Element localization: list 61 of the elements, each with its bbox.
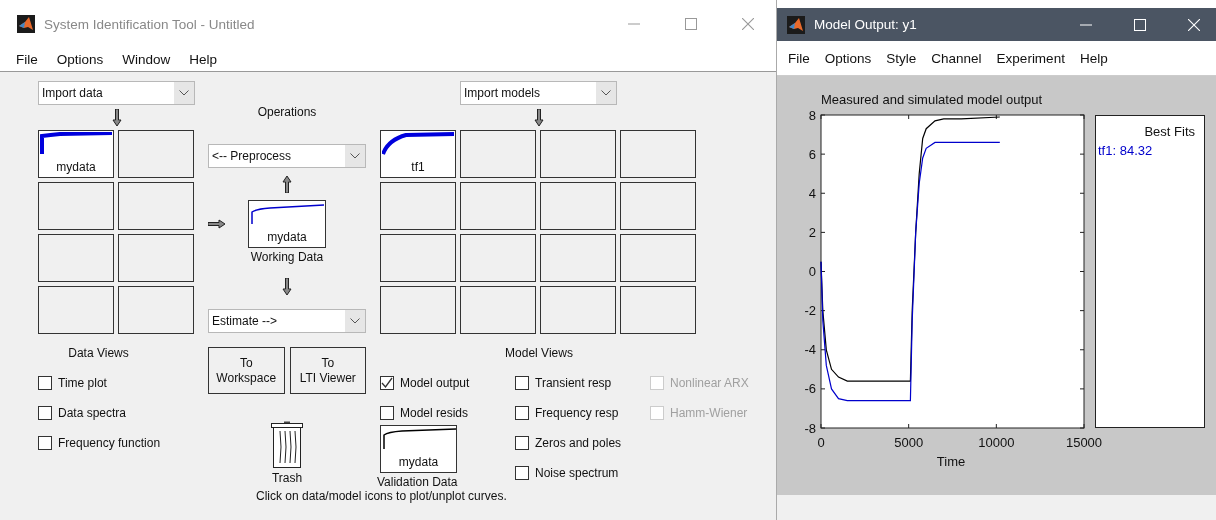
checkbox-label: Frequency resp — [535, 406, 619, 420]
tile-label: mydata — [267, 231, 307, 244]
y-axis: -8 -6 -4 -2 0 2 4 6 8 — [804, 107, 1085, 436]
menu-item[interactable]: File — [16, 52, 38, 67]
y-tick-label: -4 — [804, 342, 816, 358]
tile-label: tf1 — [411, 161, 425, 174]
hint-text: Click on data/model icons to plot/unplot curves. — [256, 489, 508, 503]
estimate-dropdown[interactable]: Estimate --> — [208, 309, 366, 333]
x-tick-label: 5000 — [894, 435, 924, 450]
export-button[interactable]: To LTI Viewer — [289, 347, 366, 394]
checkbox-label: Data spectra — [58, 406, 127, 420]
panel-title: Best Fits — [1144, 124, 1195, 139]
trash-label: Trash — [271, 471, 303, 485]
tile-label: mydata — [398, 456, 439, 469]
menu-item[interactable]: Options — [824, 50, 872, 66]
menu-item[interactable]: Help — [1079, 50, 1108, 66]
checkbox-label: Nonlinear ARX — [670, 376, 749, 390]
validation-data-tile[interactable]: mydata — [380, 425, 457, 473]
checkbox-label: Model output — [400, 376, 470, 390]
y-tick-label: 6 — [808, 146, 816, 162]
validation-data-caption: Validation Data — [377, 475, 459, 489]
x-axis-label: Time — [936, 454, 966, 469]
menu-item[interactable]: File — [788, 50, 810, 66]
section-label: Model Views — [504, 346, 574, 360]
model-tile[interactable]: tf1 — [380, 130, 456, 178]
y-tick-label: -8 — [804, 420, 816, 436]
y-tick-label: 2 — [808, 224, 816, 240]
menu-item[interactable]: Style — [886, 50, 917, 66]
y-tick-label: -6 — [804, 381, 816, 397]
menu-item[interactable]: Window — [122, 52, 171, 67]
checkbox-label: Frequency function — [58, 436, 161, 450]
working-data-tile[interactable]: mydata — [248, 200, 326, 248]
section-label: Data Views — [67, 346, 130, 360]
menu-item[interactable]: Experiment — [996, 50, 1065, 66]
checkbox-label: Model resids — [400, 406, 469, 420]
section-label: Operations — [256, 105, 318, 119]
data-tile[interactable]: mydata — [38, 130, 114, 178]
checkbox-label: Hamm-Wiener — [670, 406, 748, 420]
checkbox-label: Zeros and poles — [535, 436, 622, 450]
menu-item[interactable]: Channel — [931, 50, 982, 66]
y-tick-label: 0 — [808, 264, 816, 279]
y-tick-label: 4 — [808, 185, 816, 201]
checkbox-label: Time plot — [58, 376, 107, 390]
working-data-caption: Working Data — [249, 250, 325, 264]
menu-item[interactable]: Options — [56, 52, 104, 67]
chart-title: Measured and simulated model output — [821, 92, 1043, 107]
window-title: System Identification Tool - Untitled — [44, 16, 255, 32]
fit-entry[interactable]: tf1: 84.32 — [1098, 143, 1153, 158]
import-data-dropdown[interactable]: Import data — [38, 81, 195, 105]
menu-item[interactable]: Help — [189, 52, 218, 67]
checkbox-label: Transient resp — [535, 376, 612, 390]
export-button[interactable]: To Workspace — [208, 347, 285, 394]
x-tick-label: 15000 — [1065, 435, 1103, 450]
preprocess-dropdown[interactable]: <-- Preprocess — [208, 144, 366, 168]
tile-label: mydata — [56, 161, 96, 174]
y-tick-label: 8 — [808, 107, 816, 123]
x-tick-label: 10000 — [978, 435, 1015, 450]
y-tick-label: -2 — [804, 303, 816, 319]
import-models-dropdown[interactable]: Import models — [460, 81, 617, 105]
window-title: Model Output: y1 — [814, 17, 917, 32]
checkbox-label: Noise spectrum — [535, 466, 619, 480]
